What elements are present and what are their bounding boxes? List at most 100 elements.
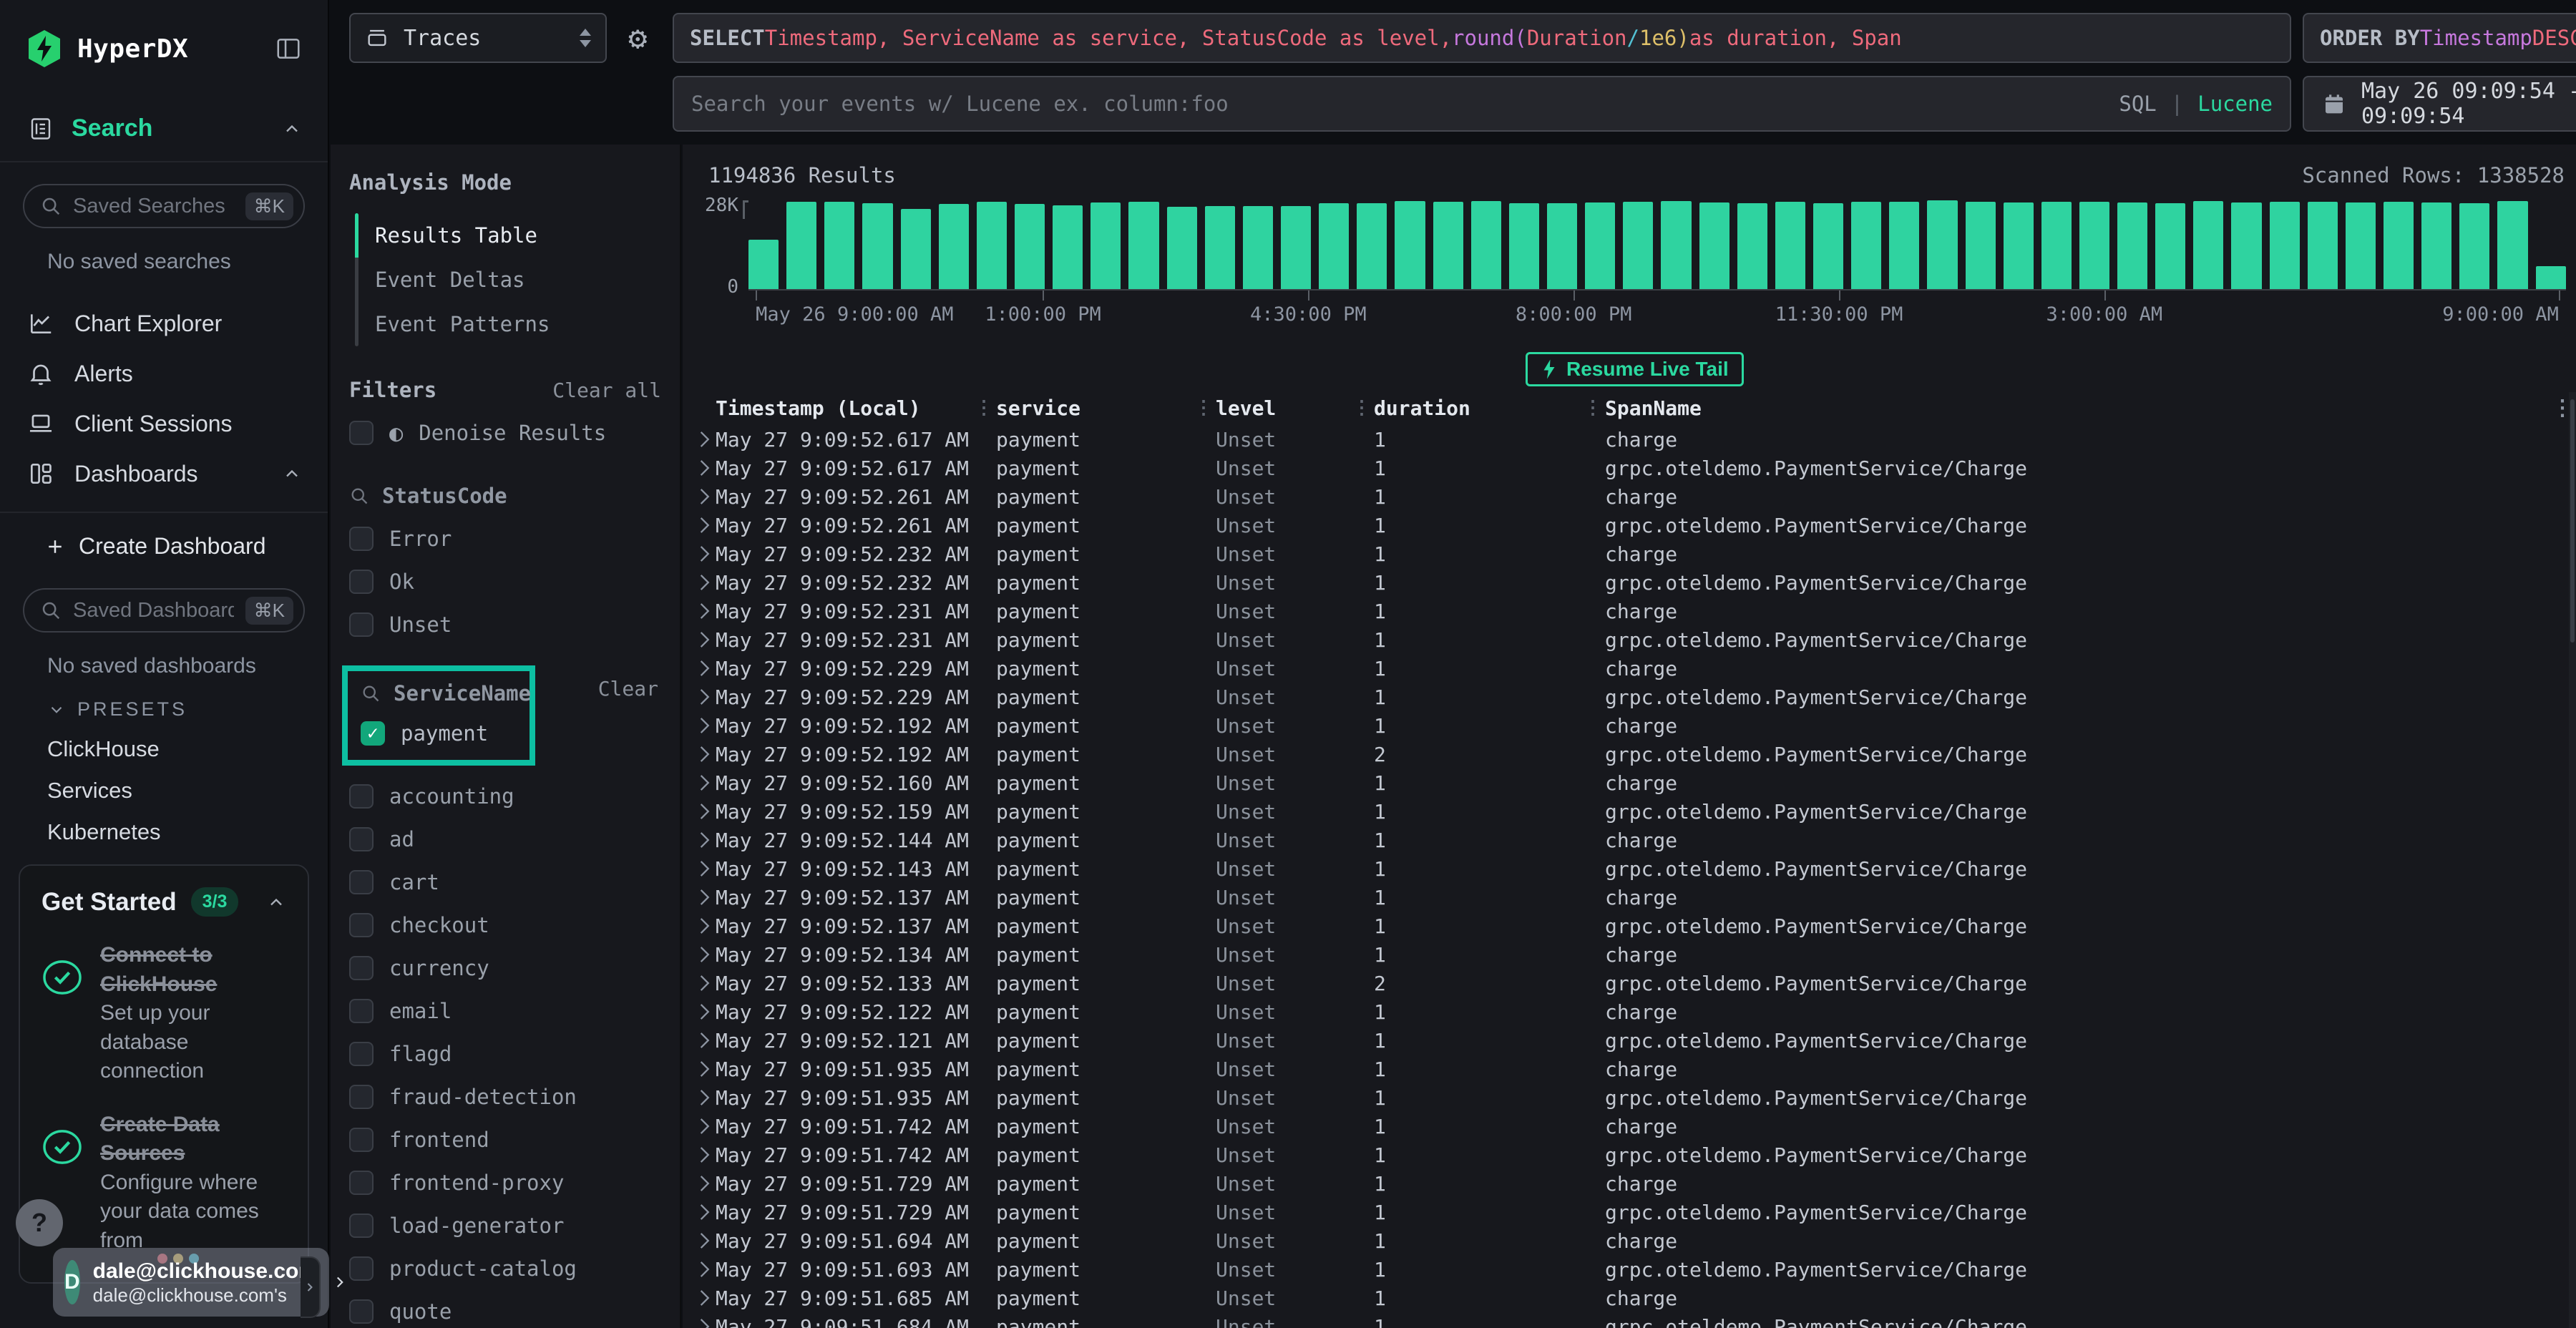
row-expand-chevron-icon[interactable] [683, 802, 716, 821]
histogram-bar[interactable] [939, 204, 969, 289]
checkbox-icon[interactable] [349, 913, 374, 937]
row-expand-chevron-icon[interactable] [683, 1088, 716, 1107]
row-expand-chevron-icon[interactable] [683, 459, 716, 477]
row-expand-chevron-icon[interactable] [683, 1002, 716, 1021]
checkbox-icon[interactable] [349, 421, 374, 445]
clear-all-filters-button[interactable]: Clear all [552, 379, 661, 402]
col-header-spanname[interactable]: SpanName [1605, 396, 2552, 420]
histogram-bar[interactable] [1813, 203, 1843, 289]
histogram-bar[interactable] [786, 202, 816, 289]
create-dashboard-button[interactable]: Create Dashboard [0, 513, 328, 567]
chevron-up-icon[interactable] [282, 119, 302, 139]
table-row[interactable]: May 27 9:09:51.742 AMpaymentUnset1grpc.o… [683, 1141, 2569, 1169]
row-expand-chevron-icon[interactable] [683, 516, 716, 534]
sidebar-collapse-icon[interactable] [275, 35, 302, 62]
column-separator[interactable]: ⋮ [1584, 397, 1605, 419]
analysis-mode-results-table[interactable]: Results Table [349, 213, 661, 258]
histogram-bar[interactable] [2308, 202, 2338, 289]
sidebar-item-alerts[interactable]: Alerts [0, 348, 328, 399]
search-icon[interactable] [361, 683, 381, 703]
denoise-results-checkbox[interactable]: ◐ Denoise Results [349, 421, 661, 445]
row-expand-chevron-icon[interactable] [683, 888, 716, 907]
row-expand-chevron-icon[interactable] [683, 487, 716, 506]
table-row[interactable]: May 27 9:09:51.693 AMpaymentUnset1grpc.o… [683, 1255, 2569, 1284]
row-expand-chevron-icon[interactable] [683, 917, 716, 935]
table-row[interactable]: May 27 9:09:52.159 AMpaymentUnset1grpc.o… [683, 797, 2569, 826]
analysis-mode-event-patterns[interactable]: Event Patterns [349, 302, 661, 346]
checkbox-icon[interactable] [349, 1085, 374, 1109]
filter-option-load-generator[interactable]: load-generator [349, 1214, 661, 1238]
histogram-bar[interactable] [901, 209, 931, 289]
checkbox-icon[interactable] [349, 1256, 374, 1281]
preset-kubernetes[interactable]: Kubernetes [0, 804, 328, 845]
histogram-bar[interactable] [1775, 202, 1805, 289]
row-expand-chevron-icon[interactable] [683, 630, 716, 649]
filter-option-checkout[interactable]: checkout [349, 913, 661, 937]
row-expand-chevron-icon[interactable] [683, 831, 716, 849]
get-started-item[interactable]: Create Data SourcesConfigure where your … [42, 1110, 286, 1256]
table-row[interactable]: May 27 9:09:52.143 AMpaymentUnset1grpc.o… [683, 854, 2569, 883]
event-search-input[interactable] [691, 92, 2104, 116]
histogram-bar[interactable] [1585, 202, 1615, 289]
row-expand-chevron-icon[interactable] [683, 859, 716, 878]
table-row[interactable]: May 27 9:09:52.137 AMpaymentUnset1grpc.o… [683, 912, 2569, 940]
event-search-bar[interactable]: SQL | Lucene [673, 76, 2291, 132]
checkbox-icon[interactable] [349, 1214, 374, 1238]
help-button[interactable]: ? [16, 1199, 63, 1246]
col-header-duration[interactable]: duration [1374, 396, 1584, 420]
source-settings-gear-icon[interactable]: ⚙ [628, 20, 648, 57]
checkbox-icon[interactable] [349, 1171, 374, 1195]
histogram-bar[interactable] [1395, 201, 1425, 289]
row-expand-chevron-icon[interactable] [683, 1174, 716, 1193]
table-row[interactable]: May 27 9:09:52.137 AMpaymentUnset1charge [683, 883, 2569, 912]
filter-option-frontend[interactable]: frontend [349, 1128, 661, 1152]
histogram-bar[interactable] [2346, 202, 2376, 289]
histogram-bar[interactable] [1091, 202, 1121, 289]
histogram-bar[interactable] [1851, 202, 1881, 289]
checkbox-icon[interactable] [349, 1042, 374, 1066]
resume-live-tail-button[interactable]: Resume Live Tail [1526, 352, 1744, 386]
row-expand-chevron-icon[interactable] [683, 1031, 716, 1050]
filter-option-error[interactable]: Error [349, 527, 661, 551]
sidebar-item-dashboards[interactable]: Dashboards [0, 449, 328, 499]
row-expand-chevron-icon[interactable] [683, 1060, 716, 1078]
histogram-bar[interactable] [2193, 201, 2223, 289]
histogram-bar[interactable] [824, 202, 854, 289]
table-row[interactable]: May 27 9:09:52.144 AMpaymentUnset1charge [683, 826, 2569, 854]
chevron-up-icon[interactable] [266, 892, 286, 912]
row-expand-chevron-icon[interactable] [683, 1260, 716, 1279]
histogram-bar[interactable] [2155, 203, 2185, 289]
histogram-bar[interactable] [1015, 204, 1045, 289]
histogram-bar[interactable] [2041, 202, 2072, 289]
histogram-bar[interactable] [2079, 202, 2109, 289]
table-row[interactable]: May 27 9:09:51.729 AMpaymentUnset1grpc.o… [683, 1198, 2569, 1226]
histogram-bar[interactable] [1889, 202, 1919, 289]
col-header-service[interactable]: service [996, 396, 1194, 420]
preset-services[interactable]: Services [0, 762, 328, 804]
presets-toggle[interactable]: PRESETS [0, 678, 328, 721]
histogram-bar[interactable] [862, 203, 892, 289]
sidebar-item-client-sessions[interactable]: Client Sessions [0, 399, 328, 449]
histogram-bar[interactable] [1281, 206, 1311, 289]
table-row[interactable]: May 27 9:09:51.685 AMpaymentUnset1charge [683, 1284, 2569, 1312]
table-row[interactable]: May 27 9:09:52.229 AMpaymentUnset1charge [683, 654, 2569, 683]
checkbox-icon[interactable] [349, 870, 374, 894]
row-expand-chevron-icon[interactable] [683, 545, 716, 563]
saved-searches-input[interactable]: ⌘K [23, 184, 305, 228]
sql-select-input[interactable]: SELECT Timestamp, ServiceName as service… [673, 13, 2291, 63]
table-row[interactable]: May 27 9:09:52.261 AMpaymentUnset1charge [683, 482, 2569, 511]
checkbox-icon[interactable] [349, 570, 374, 594]
row-expand-chevron-icon[interactable] [683, 430, 716, 449]
col-header-timestamp[interactable]: Timestamp (Local) [716, 396, 975, 420]
histogram-bar[interactable] [1699, 202, 1729, 289]
filter-option-quote[interactable]: quote [349, 1299, 661, 1324]
checkbox-icon[interactable] [349, 956, 374, 980]
table-row[interactable]: May 27 9:09:52.160 AMpaymentUnset1charge [683, 768, 2569, 797]
checkbox-icon[interactable] [349, 784, 374, 809]
histogram-bar[interactable] [2497, 201, 2527, 289]
row-expand-chevron-icon[interactable] [683, 1317, 716, 1328]
table-row[interactable]: May 27 9:09:51.684 AMpaymentUnset1grpc.o… [683, 1312, 2569, 1328]
histogram-bar[interactable] [2004, 202, 2034, 289]
checkbox-icon[interactable]: ✓ [361, 721, 385, 746]
row-expand-chevron-icon[interactable] [683, 974, 716, 992]
